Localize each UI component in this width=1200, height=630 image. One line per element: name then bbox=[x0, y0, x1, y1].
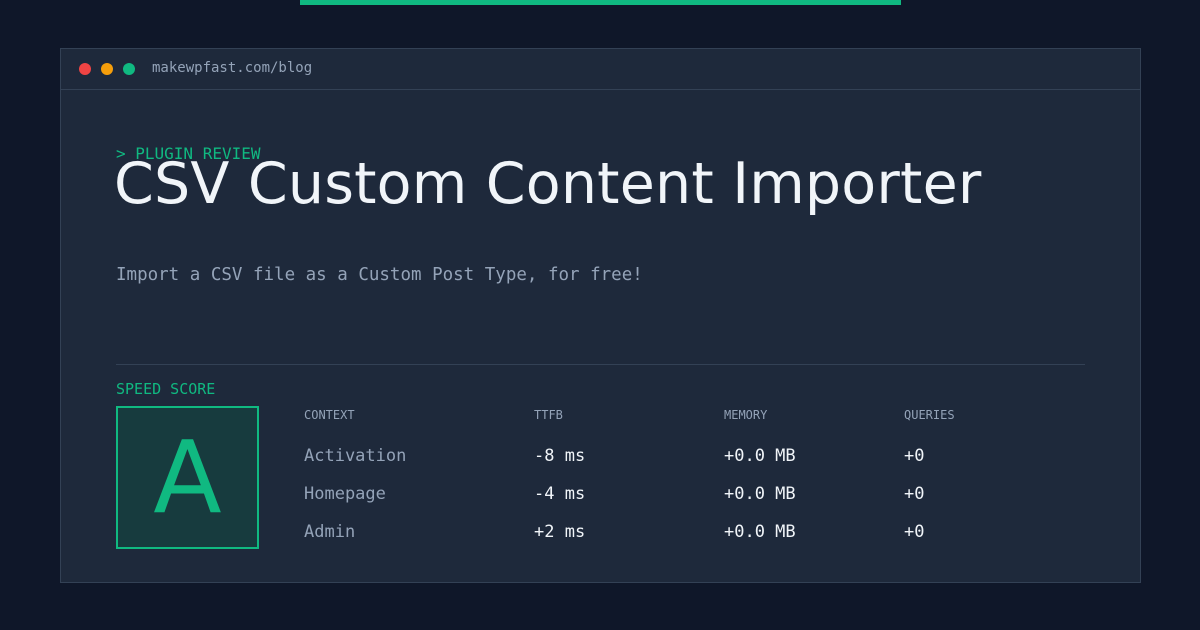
speed-grade-box: A bbox=[116, 406, 259, 549]
row-admin-queries: +0 bbox=[904, 522, 925, 542]
row-admin-context: Admin bbox=[304, 522, 356, 542]
minimize-dot-icon[interactable] bbox=[101, 63, 113, 75]
header-queries: QUERIES bbox=[904, 408, 955, 422]
header-ttfb: TTFB bbox=[534, 408, 563, 422]
row-activation-queries: +0 bbox=[904, 446, 925, 466]
close-dot-icon[interactable] bbox=[79, 63, 91, 75]
post-title: CSV Custom Content Importer bbox=[114, 151, 982, 217]
window-titlebar: makewpfast.com/blog bbox=[61, 49, 1140, 90]
row-activation-ttfb: -8 ms bbox=[534, 446, 586, 466]
row-admin-ttfb: +2 ms bbox=[534, 522, 586, 542]
speed-grade: A bbox=[153, 419, 222, 536]
row-activation-context: Activation bbox=[304, 446, 407, 466]
speed-score-label: SPEED SCORE bbox=[116, 380, 216, 398]
url-text: makewpfast.com/blog bbox=[152, 60, 313, 76]
row-homepage-context: Homepage bbox=[304, 484, 386, 504]
maximize-dot-icon[interactable] bbox=[123, 63, 135, 75]
top-accent-bar bbox=[300, 0, 901, 5]
section-divider bbox=[116, 364, 1085, 365]
post-subtitle: Import a CSV file as a Custom Post Type,… bbox=[116, 265, 643, 285]
row-activation-memory: +0.0 MB bbox=[724, 446, 796, 466]
row-admin-memory: +0.0 MB bbox=[724, 522, 796, 542]
page: makewpfast.com/blog > PLUGIN REVIEW CSV … bbox=[0, 0, 1200, 630]
row-homepage-memory: +0.0 MB bbox=[724, 484, 796, 504]
browser-window: makewpfast.com/blog > PLUGIN REVIEW CSV … bbox=[60, 48, 1141, 583]
header-memory: MEMORY bbox=[724, 408, 768, 422]
row-homepage-ttfb: -4 ms bbox=[534, 484, 586, 504]
header-context: CONTEXT bbox=[304, 408, 355, 422]
row-homepage-queries: +0 bbox=[904, 484, 925, 504]
